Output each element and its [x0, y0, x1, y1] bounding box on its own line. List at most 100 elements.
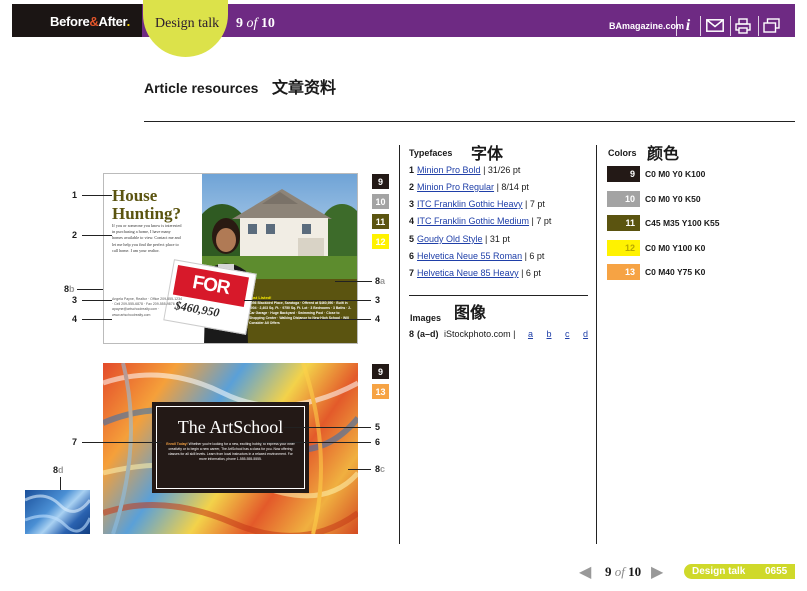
divider: [676, 16, 677, 36]
print-icon[interactable]: [734, 17, 752, 34]
ad-contact: Angela Payne, Realtor · Office 209-555-1…: [112, 297, 182, 317]
column-divider: [399, 145, 400, 544]
color-swatch: 10: [607, 191, 640, 207]
divider: [758, 16, 759, 36]
swatch-tag-9: 9: [372, 174, 389, 189]
image-link-c[interactable]: c: [565, 329, 570, 339]
info-icon[interactable]: i: [682, 17, 694, 34]
callout-1: 1: [72, 190, 78, 200]
callout-line: [300, 319, 371, 320]
logo-text: Before&After.: [50, 14, 130, 29]
color-value: C45 M35 Y100 K55: [645, 218, 720, 228]
swatch-tag-11: 11: [372, 214, 389, 229]
typeface-item: 6 Helvetica Neue 55 Roman | 6 pt: [409, 251, 545, 261]
images-item: 8 (a–d) iStockphoto.com | a b c d: [409, 329, 589, 339]
callout-4: 4: [72, 314, 78, 324]
color-swatch: 11: [607, 215, 640, 231]
page-title: Article resources: [144, 80, 259, 96]
section-tab-label: Design talk: [155, 16, 220, 31]
colors-heading: Colors: [608, 148, 637, 158]
color-swatch: 12: [607, 240, 640, 256]
callout-line: [244, 300, 371, 301]
callout-7: 7: [72, 437, 78, 447]
swatch-tag-10: 10: [372, 194, 389, 209]
images-heading: Images: [410, 313, 442, 323]
typeface-link[interactable]: ITC Franklin Gothic Medium: [417, 216, 529, 226]
callout-8d: 8d: [53, 465, 64, 475]
color-value: C0 M0 Y100 K0: [645, 243, 706, 253]
callout-line: [82, 319, 112, 320]
typeface-item: 5 Goudy Old Style | 31 pt: [409, 234, 510, 244]
callout-8c: 8c: [375, 464, 386, 474]
callout-line: [77, 289, 103, 290]
artschool-body: Enroll Today! Whether you're looking for…: [166, 442, 295, 461]
listing-text: 4056 Blackbird Place, Saratoga · Offered…: [249, 301, 352, 325]
callout-line: [82, 195, 112, 196]
site-link[interactable]: BAmagazine.com: [609, 21, 684, 31]
divider: [700, 16, 701, 36]
typeface-link[interactable]: Goudy Old Style: [417, 234, 483, 244]
callout-2: 2: [72, 230, 78, 240]
callout-5: 5: [375, 422, 381, 432]
divider: [730, 16, 731, 36]
email-icon[interactable]: [705, 17, 725, 34]
colors-heading-cn: 颜色: [647, 144, 680, 163]
color-value: C0 M40 Y75 K0: [645, 267, 706, 277]
image-link-d[interactable]: d: [583, 329, 588, 339]
callout-line: [335, 281, 372, 282]
typeface-item: 2 Minion Pro Regular | 8/14 pt: [409, 182, 529, 192]
swatch-tag-9: 9: [372, 364, 389, 379]
color-swatch: 13: [607, 264, 640, 280]
title-rule: [144, 121, 795, 122]
ad-body: If you or someone you know is interested…: [112, 223, 182, 253]
typeface-link[interactable]: Helvetica Neue 55 Roman: [417, 251, 522, 261]
logo[interactable]: Before&After.: [12, 4, 142, 37]
typeface-link[interactable]: ITC Franklin Gothic Heavy: [417, 199, 523, 209]
callout-line: [260, 442, 371, 443]
color-value: C0 M0 Y0 K100: [645, 169, 706, 179]
swatch-tag-13: 13: [372, 384, 389, 399]
footer-section: Design talk: [692, 566, 746, 577]
prev-page-button[interactable]: ◀: [579, 562, 591, 582]
callout-8b: 8b: [64, 284, 75, 294]
artschool-box: The ArtSchool Enroll Today! Whether you'…: [152, 402, 309, 493]
callout-line: [82, 235, 112, 236]
footer-section-tag: Design talk 0655: [684, 564, 795, 579]
window-icon[interactable]: [762, 17, 780, 34]
section-rule: [409, 295, 588, 296]
column-divider: [596, 145, 597, 544]
page-title-cn: 文章资料: [272, 78, 337, 97]
page-indicator-footer: 9 of 10: [605, 564, 642, 579]
typeface-item: 4 ITC Franklin Gothic Medium | 7 pt: [409, 216, 552, 226]
typeface-item: 7 Helvetica Neue 85 Heavy | 6 pt: [409, 268, 541, 278]
callout-line: [82, 442, 162, 443]
ad-artschool: The ArtSchool Enroll Today! Whether you'…: [103, 363, 358, 534]
next-page-button[interactable]: ▶: [651, 562, 663, 582]
image-link-b[interactable]: b: [547, 329, 552, 339]
callout-line: [284, 427, 371, 428]
callout-3: 3: [72, 295, 78, 305]
typeface-link[interactable]: Helvetica Neue 85 Heavy: [417, 268, 519, 278]
listing-box: Just Listed! 4056 Blackbird Place, Sarat…: [242, 279, 357, 343]
typefaces-heading-cn: 字体: [471, 144, 504, 163]
color-value: C0 M0 Y0 K50: [645, 194, 701, 204]
images-heading-cn: 图像: [454, 303, 487, 322]
callout-3-right: 3: [375, 295, 381, 305]
callout-line: [348, 469, 371, 470]
callout-line: [82, 300, 112, 301]
color-swatch: 9: [607, 166, 640, 182]
typeface-item: 3 ITC Franklin Gothic Heavy | 7 pt: [409, 199, 545, 209]
footer-page-number: 0655: [765, 566, 788, 577]
callout-6: 6: [375, 437, 381, 447]
ad-headline: House Hunting?: [112, 186, 181, 223]
page-indicator: 9 of 10: [236, 16, 275, 31]
image-link-a[interactable]: a: [528, 329, 533, 339]
image-8d-thumbnail[interactable]: [25, 490, 90, 534]
typeface-link[interactable]: Minion Pro Bold: [417, 165, 481, 175]
swatch-tag-12: 12: [372, 234, 389, 249]
typefaces-heading: Typefaces: [409, 148, 453, 158]
callout-4-right: 4: [375, 314, 381, 324]
typeface-item: 1 Minion Pro Bold | 31/26 pt: [409, 165, 521, 175]
typeface-link[interactable]: Minion Pro Regular: [417, 182, 494, 192]
top-bar: Before&After. BAmagazine.com i: [12, 4, 795, 37]
